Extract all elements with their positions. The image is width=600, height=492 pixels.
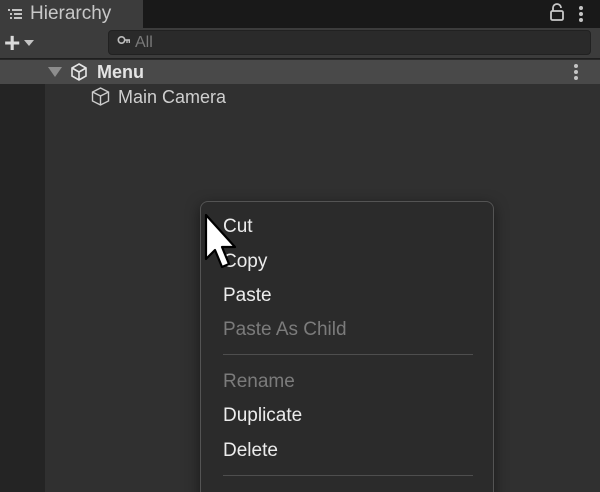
scene-menu-icon[interactable] (573, 63, 579, 81)
panel-title: Hierarchy (30, 3, 112, 24)
menu-item-delete[interactable]: Delete (223, 440, 278, 462)
menu-item-duplicate[interactable]: Duplicate (223, 405, 302, 427)
search-icon (117, 34, 131, 52)
unity-scene-icon (69, 62, 89, 82)
cube-icon (90, 86, 111, 107)
gameobject-name: Main Camera (118, 87, 227, 107)
panel-menu-icon[interactable] (578, 5, 584, 23)
tab-hierarchy[interactable]: Hierarchy (0, 0, 143, 28)
menu-separator (223, 475, 473, 476)
hierarchy-list-icon (7, 6, 23, 22)
lock-icon[interactable] (550, 2, 564, 26)
mouse-pointer-icon (204, 213, 237, 269)
menu-item-paste[interactable]: Paste (223, 285, 272, 307)
hierarchy-toolbar: + (0, 28, 600, 59)
plus-icon: + (4, 27, 21, 58)
menu-separator (223, 354, 473, 355)
scene-name: Menu (97, 62, 144, 82)
expand-arrow-icon[interactable] (48, 67, 62, 77)
list-item[interactable]: Main Camera (0, 84, 600, 108)
create-button[interactable]: + (4, 27, 46, 58)
scene-row[interactable]: Menu (0, 60, 600, 84)
search-field[interactable] (108, 30, 591, 55)
search-input[interactable] (135, 33, 555, 52)
chevron-down-icon (24, 40, 35, 46)
context-menu: Cut Copy Paste Paste As Child Rename Dup… (200, 201, 494, 492)
menu-item-rename: Rename (223, 371, 295, 392)
panel-header: Hierarchy (0, 0, 600, 28)
menu-item-paste-as-child: Paste As Child (223, 319, 347, 340)
tree-gutter (0, 60, 45, 492)
